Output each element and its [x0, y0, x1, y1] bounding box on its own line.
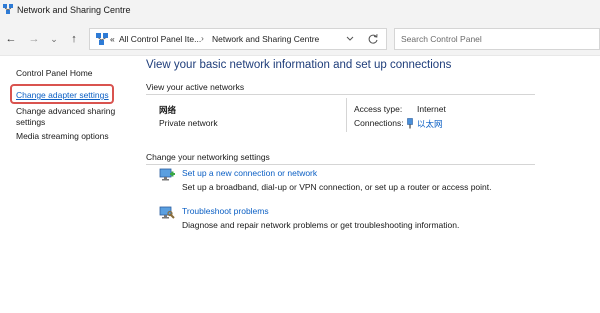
breadcrumb-separator[interactable]: › [201, 33, 204, 43]
ethernet-icon [407, 118, 413, 129]
chevron-down-icon[interactable] [345, 32, 355, 46]
breadcrumb-all-control-panel[interactable]: All Control Panel Ite... [119, 34, 201, 44]
networking-settings-header: Change your networking settings [146, 152, 270, 162]
setup-new-connection-link[interactable]: Set up a new connection or network [182, 168, 317, 178]
networking-settings-divider [146, 164, 535, 165]
new-connection-icon [159, 168, 175, 181]
sidebar-change-adapter-settings[interactable]: Change adapter settings [16, 90, 109, 100]
breadcrumb-network-sharing-centre[interactable]: Network and Sharing Centre [212, 34, 319, 44]
network-name: 网络 [159, 105, 177, 115]
connections-ethernet-link[interactable]: 以太网 [417, 118, 443, 130]
active-networks-header: View your active networks [146, 82, 245, 92]
breadcrumb-overflow[interactable]: « [110, 34, 115, 44]
navigation-bar: ← → ⌄ ↑ « All Control Panel Ite... › Net… [0, 24, 600, 56]
control-panel-icon [96, 33, 108, 45]
up-button[interactable]: ↑ [67, 32, 81, 46]
troubleshoot-icon [159, 206, 175, 219]
access-type-value: Internet [417, 104, 446, 114]
back-button[interactable]: ← [4, 32, 18, 46]
forward-button[interactable]: → [27, 32, 41, 46]
recent-locations-button[interactable]: ⌄ [47, 32, 61, 46]
access-type-label: Access type: [354, 104, 403, 114]
sidebar-change-advanced-sharing-line2[interactable]: settings [16, 117, 45, 127]
active-networks-divider [146, 94, 535, 95]
title-bar: Network and Sharing Centre [0, 0, 600, 24]
page-title: View your basic network information and … [146, 59, 452, 71]
search-input[interactable] [394, 28, 600, 50]
network-info-divider [346, 98, 347, 132]
sidebar-media-streaming-options[interactable]: Media streaming options [16, 131, 109, 141]
sidebar-control-panel-home[interactable]: Control Panel Home [16, 68, 93, 78]
troubleshoot-problems-link[interactable]: Troubleshoot problems [182, 206, 269, 216]
network-sharing-app-icon [3, 4, 13, 14]
window-title: Network and Sharing Centre [17, 5, 131, 15]
setup-new-connection-description: Set up a broadband, dial-up or VPN conne… [182, 182, 492, 192]
address-bar[interactable]: « All Control Panel Ite... › Network and… [89, 28, 387, 50]
network-type: Private network [159, 118, 218, 128]
refresh-icon[interactable] [366, 31, 380, 47]
connections-label: Connections: [354, 118, 404, 128]
sidebar-change-advanced-sharing-line1[interactable]: Change advanced sharing [16, 106, 115, 116]
troubleshoot-problems-description: Diagnose and repair network problems or … [182, 220, 460, 230]
